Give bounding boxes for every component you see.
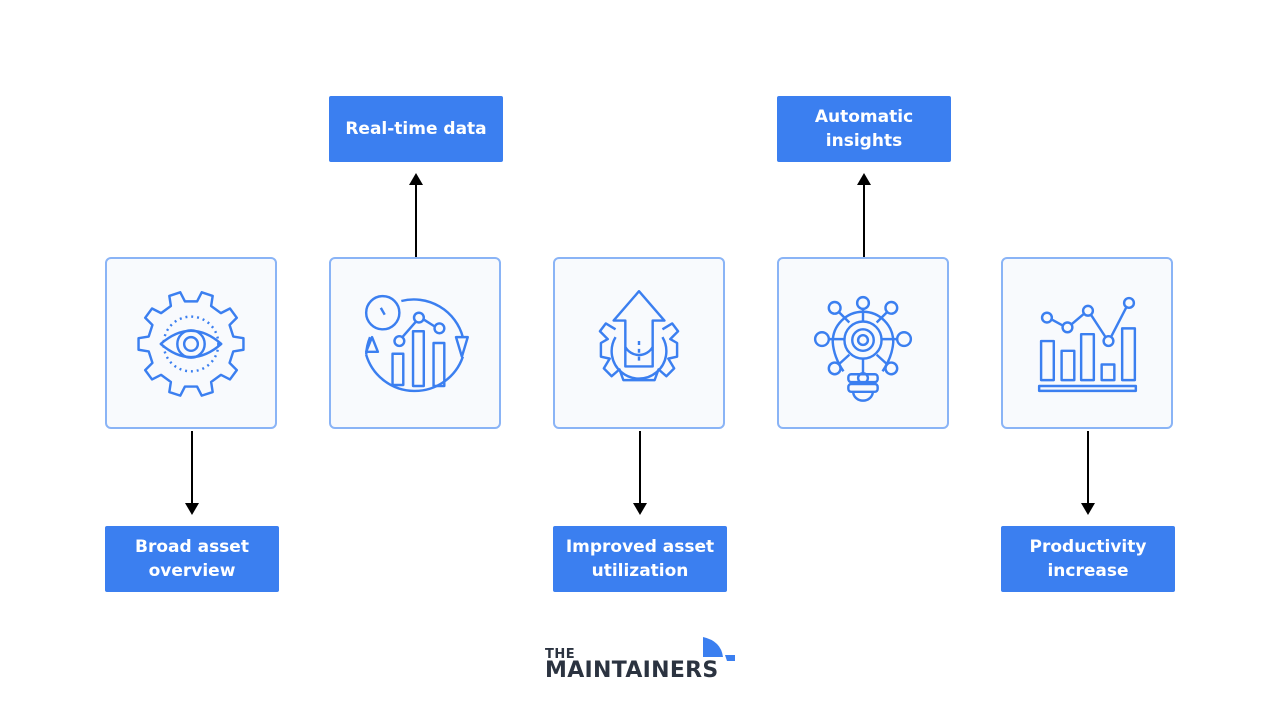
bar-line-chart-icon: [1037, 296, 1138, 393]
gear-arrow-up-icon: [598, 290, 680, 382]
logo-mark-icon: [703, 637, 735, 661]
lightbulb-network-icon: [813, 295, 913, 402]
card-automatic-insights: [777, 257, 949, 429]
label-automatic-insights: Automatic insights: [777, 96, 951, 162]
logo-text-maintainers: MAINTAINERS: [545, 658, 719, 683]
arrow-down-overview: [185, 431, 199, 515]
card-improved-asset-utilization: [553, 257, 725, 429]
card-real-time-data: [329, 257, 501, 429]
arrow-up-realtime: [409, 173, 423, 257]
arrow-down-utilization: [633, 431, 647, 515]
label-broad-asset-overview: Broad asset overview: [105, 526, 279, 592]
label-real-time-data: Real-time data: [329, 96, 503, 162]
the-maintainers-logo: THE MAINTAINERS: [545, 636, 745, 686]
label-productivity-increase: Productivity increase: [1001, 526, 1175, 592]
clock-chart-cycle-icon: [364, 294, 469, 393]
gear-eye-icon: [137, 291, 245, 397]
card-productivity-increase: [1001, 257, 1173, 429]
arrow-down-productivity: [1081, 431, 1095, 515]
card-broad-asset-overview: [105, 257, 277, 429]
label-improved-asset-utilization: Improved asset utilization: [553, 526, 727, 592]
arrow-up-insights: [857, 173, 871, 257]
